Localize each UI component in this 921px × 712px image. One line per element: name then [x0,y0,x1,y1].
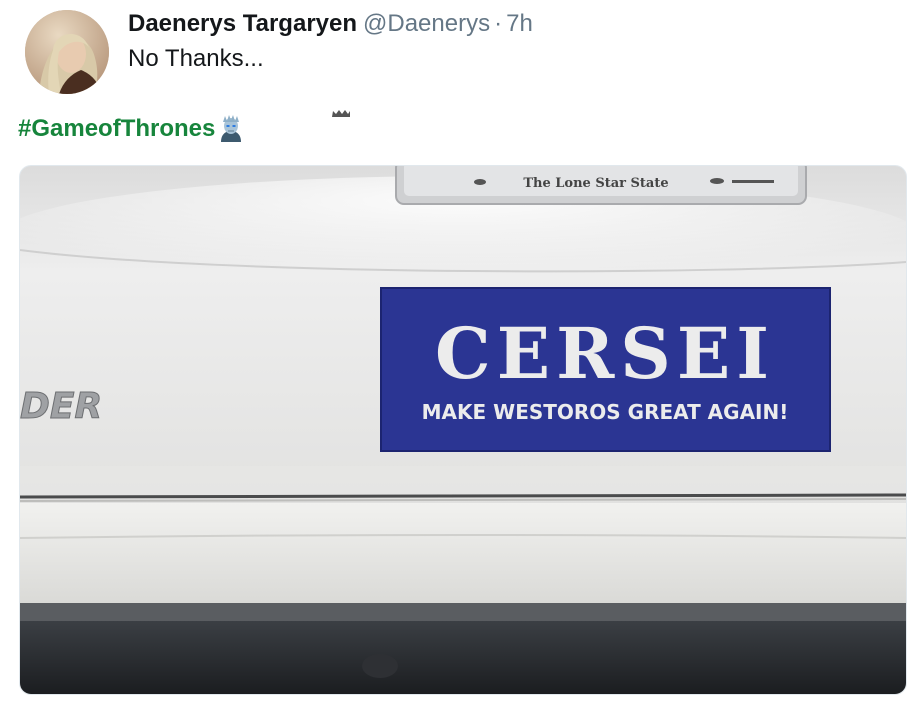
user-handle[interactable]: @Daenerys [363,10,490,37]
hashtag-link[interactable]: #GameofThrones [18,115,215,142]
crown-artifact-icon [332,110,350,117]
sticker-title: CERSEI [435,312,775,395]
hashtag-line: #GameofThrones [18,113,245,145]
license-plate: The Lone Star State [395,166,807,205]
tweet-photo[interactable]: The Lone Star State DER CERSEI MAKE WEST… [19,165,907,695]
profile-avatar[interactable] [25,10,109,94]
display-name[interactable]: Daenerys Targaryen [128,10,357,37]
bumper-sticker: CERSEI MAKE WESTOROS GREAT AGAIN! [380,287,831,452]
rear-bumper [20,503,906,603]
tweet-text: No Thanks... [128,45,264,72]
car-badge: DER [20,386,102,427]
tweet-header: Daenerys Targaryen @Daenerys · 7h [128,8,533,40]
tweet-timestamp[interactable]: 7h [506,10,533,37]
plate-text: The Lone Star State [523,176,668,191]
bumper-trim [20,621,906,694]
night-king-emoji-icon [217,114,245,142]
avatar-image [25,10,109,94]
sticker-subtitle: MAKE WESTOROS GREAT AGAIN! [422,400,789,424]
separator-dot: · [494,10,503,37]
